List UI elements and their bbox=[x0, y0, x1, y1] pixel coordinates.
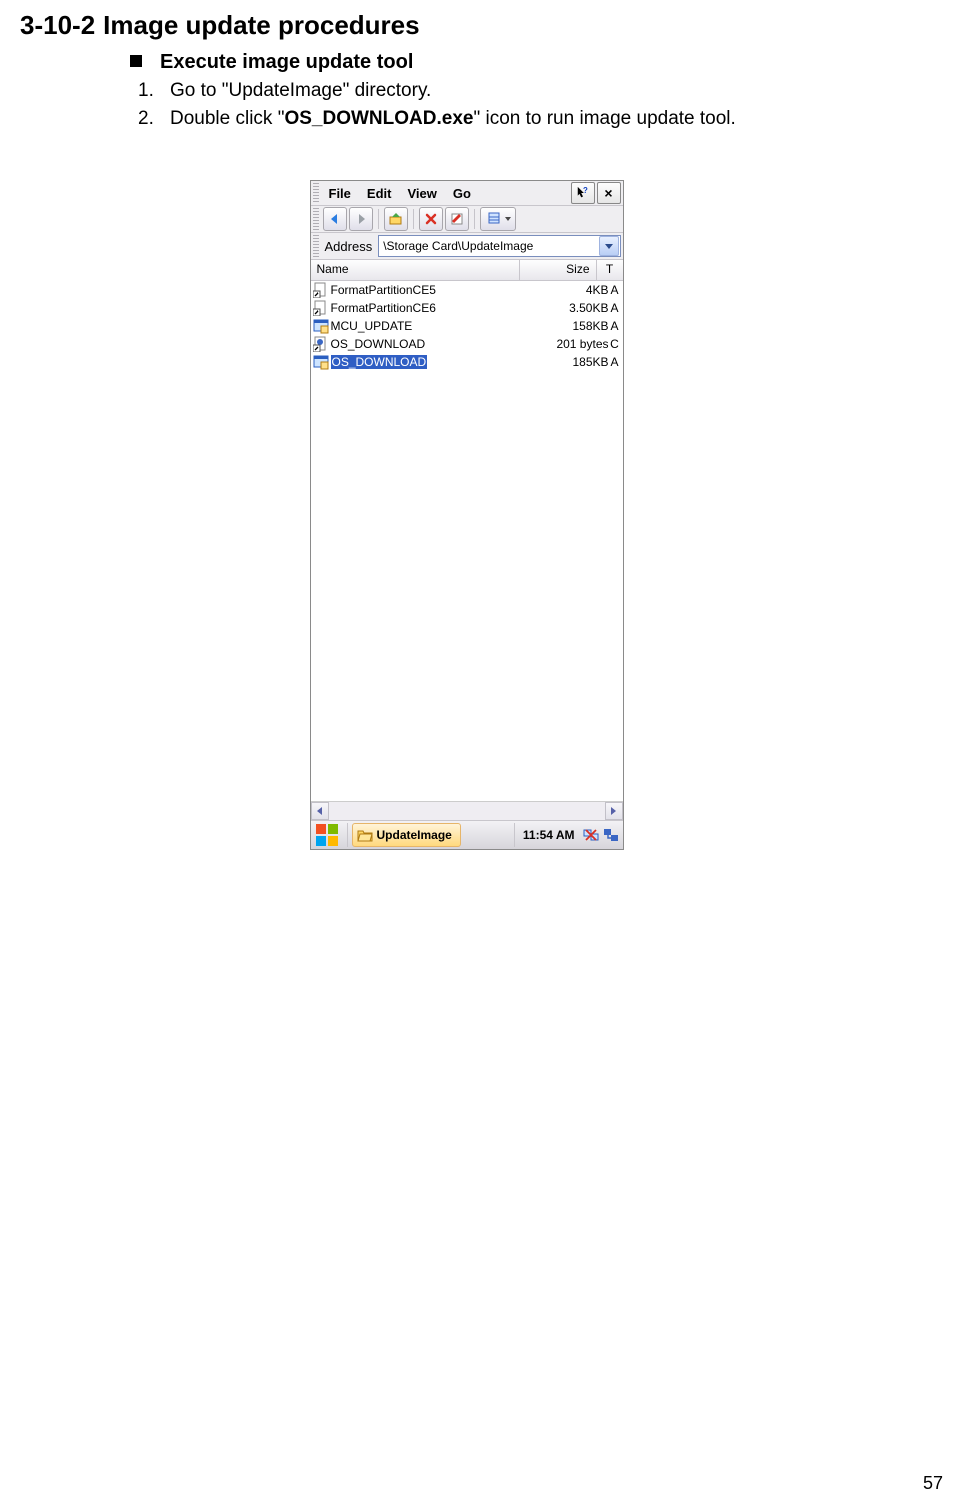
grip-icon bbox=[313, 183, 319, 203]
menu-bar: File Edit View Go ? × bbox=[311, 181, 623, 206]
section-title: Image update procedures bbox=[103, 10, 419, 40]
step-text-before: Double click " bbox=[170, 108, 284, 129]
menu-go[interactable]: Go bbox=[445, 183, 479, 204]
back-button[interactable] bbox=[323, 207, 347, 231]
address-dropdown[interactable] bbox=[599, 236, 619, 256]
file-row[interactable]: FormatPartitionCE6 3.50KB A bbox=[311, 299, 623, 317]
exe-icon bbox=[313, 354, 329, 370]
system-tray bbox=[579, 827, 623, 843]
scroll-right-button[interactable] bbox=[605, 802, 623, 820]
menu-view[interactable]: View bbox=[399, 183, 444, 204]
file-attr: C bbox=[609, 337, 621, 351]
view-mode-button[interactable] bbox=[480, 207, 516, 231]
menu-file[interactable]: File bbox=[321, 183, 359, 204]
scroll-track[interactable] bbox=[329, 802, 605, 820]
delete-button[interactable] bbox=[419, 207, 443, 231]
shortcut-icon bbox=[313, 282, 329, 298]
step-number: 2. bbox=[138, 108, 170, 130]
exe-icon bbox=[313, 318, 329, 334]
address-bar: Address bbox=[311, 233, 623, 260]
file-attr: A bbox=[609, 301, 621, 315]
network-disconnected-icon[interactable] bbox=[583, 827, 599, 843]
file-attr: A bbox=[609, 355, 621, 369]
properties-button[interactable] bbox=[445, 207, 469, 231]
file-row[interactable]: MCU_UPDATE 158KB A bbox=[311, 317, 623, 335]
file-name: FormatPartitionCE6 bbox=[331, 301, 535, 315]
square-bullet-icon bbox=[130, 55, 142, 67]
file-size: 158KB bbox=[535, 319, 609, 333]
file-name: OS_DOWNLOAD bbox=[331, 355, 535, 369]
section-number: 3-10-2 bbox=[20, 10, 95, 41]
forward-button[interactable] bbox=[349, 207, 373, 231]
address-label: Address bbox=[323, 239, 375, 254]
file-size: 3.50KB bbox=[535, 301, 609, 315]
file-row[interactable]: FormatPartitionCE5 4KB A bbox=[311, 281, 623, 299]
shortcut-icon bbox=[313, 336, 329, 352]
file-row[interactable]: OS_DOWNLOAD 201 bytes C bbox=[311, 335, 623, 353]
device-screenshot: File Edit View Go ? × Address bbox=[310, 180, 624, 850]
file-name: MCU_UPDATE bbox=[331, 319, 535, 333]
taskbar-app-label: UpdateImage bbox=[377, 828, 452, 842]
section-heading: 3-10-2 Image update procedures bbox=[20, 10, 913, 41]
col-name[interactable]: Name bbox=[311, 260, 520, 280]
menu-edit[interactable]: Edit bbox=[359, 183, 400, 204]
step-2: 2.Double click "OS_DOWNLOAD.exe" icon to… bbox=[138, 108, 913, 130]
col-size[interactable]: Size bbox=[520, 260, 597, 280]
close-button[interactable]: × bbox=[597, 182, 621, 204]
file-size: 4KB bbox=[535, 283, 609, 297]
horizontal-scrollbar[interactable] bbox=[311, 801, 623, 820]
help-button[interactable]: ? bbox=[571, 182, 595, 204]
step-text: Go to "UpdateImage" directory. bbox=[170, 80, 431, 101]
file-attr: A bbox=[609, 283, 621, 297]
file-row-selected[interactable]: OS_DOWNLOAD 185KB A bbox=[311, 353, 623, 371]
sub-heading-text: Execute image update tool bbox=[160, 51, 413, 73]
file-size: 201 bytes bbox=[535, 337, 609, 351]
taskbar-clock: 11:54 AM bbox=[519, 828, 579, 842]
taskbar-app[interactable]: UpdateImage bbox=[352, 823, 461, 847]
up-button[interactable] bbox=[384, 207, 408, 231]
file-name: FormatPartitionCE5 bbox=[331, 283, 535, 297]
step-1: 1.Go to "UpdateImage" directory. bbox=[138, 80, 913, 102]
scroll-left-button[interactable] bbox=[311, 802, 329, 820]
file-list: FormatPartitionCE5 4KB A FormatPartition… bbox=[311, 281, 623, 801]
toolbar bbox=[311, 206, 623, 233]
help-cursor-icon: ? bbox=[576, 186, 590, 200]
sub-heading: Execute image update tool bbox=[130, 51, 913, 74]
folder-open-icon bbox=[357, 828, 373, 842]
shortcut-icon bbox=[313, 300, 329, 316]
grip-icon bbox=[313, 235, 319, 257]
file-name: OS_DOWNLOAD bbox=[331, 337, 535, 351]
taskbar: UpdateImage 11:54 AM bbox=[311, 820, 623, 849]
file-attr: A bbox=[609, 319, 621, 333]
network-icon[interactable] bbox=[603, 827, 619, 843]
file-size: 185KB bbox=[535, 355, 609, 369]
address-field-wrap[interactable] bbox=[378, 235, 620, 257]
page-number: 57 bbox=[923, 1473, 943, 1494]
address-input[interactable] bbox=[379, 239, 597, 253]
start-button[interactable] bbox=[315, 823, 339, 847]
col-type[interactable]: T bbox=[597, 260, 623, 280]
svg-text:?: ? bbox=[583, 186, 588, 195]
grip-icon bbox=[313, 208, 319, 230]
step-text-after: " icon to run image update tool. bbox=[473, 108, 735, 129]
step-text-bold: OS_DOWNLOAD.exe bbox=[284, 108, 473, 129]
column-headers: Name Size T bbox=[311, 260, 623, 281]
step-number: 1. bbox=[138, 80, 170, 102]
